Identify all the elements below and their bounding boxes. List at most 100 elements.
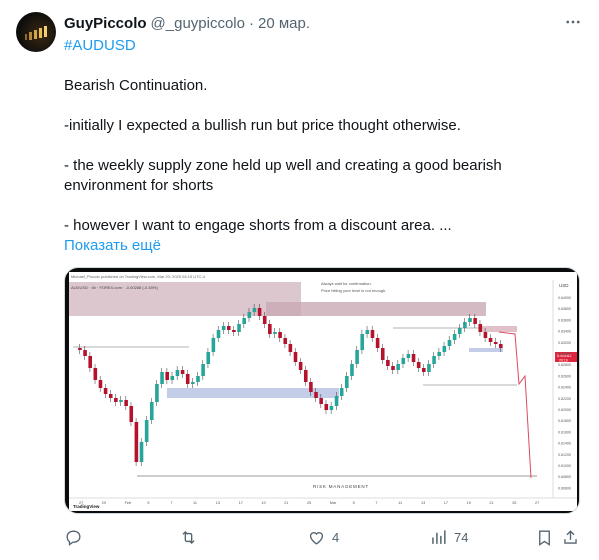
bookmark-button[interactable] bbox=[535, 526, 561, 548]
candle bbox=[98, 380, 103, 388]
share-button[interactable] bbox=[561, 526, 581, 548]
candle bbox=[78, 348, 82, 350]
candle bbox=[447, 340, 452, 346]
price-badge-sub: 20:19 bbox=[559, 359, 568, 363]
paragraph-1: Bearish Continuation. bbox=[64, 77, 208, 94]
hashtag-link[interactable]: #AUDUSD bbox=[64, 36, 584, 56]
paragraph-2: -initially I expected a bullish run but … bbox=[64, 117, 461, 134]
y-tick-label: 0.62200 bbox=[558, 397, 571, 401]
candle bbox=[175, 370, 180, 376]
candle bbox=[149, 402, 154, 420]
candle bbox=[483, 332, 488, 338]
avatar[interactable] bbox=[16, 12, 56, 52]
views-icon bbox=[432, 529, 446, 544]
candle bbox=[124, 400, 128, 406]
y-tick-label: 0.63800 bbox=[558, 307, 571, 311]
avatar-candles-icon bbox=[25, 26, 47, 40]
candle bbox=[247, 312, 252, 318]
reply-button[interactable] bbox=[64, 526, 179, 548]
x-tick-label: 13 bbox=[216, 501, 220, 505]
show-more-link[interactable]: Показать ещё bbox=[64, 236, 584, 256]
y-tick-label: 0.61600 bbox=[558, 430, 571, 434]
candle bbox=[370, 330, 375, 338]
separator: · bbox=[248, 14, 254, 32]
candle bbox=[196, 376, 200, 382]
candle bbox=[139, 442, 144, 462]
post-date[interactable]: 20 мар. bbox=[258, 15, 310, 32]
candle bbox=[427, 364, 431, 372]
candle bbox=[411, 354, 416, 362]
y-tick-label: 0.61200 bbox=[558, 453, 571, 457]
candle bbox=[375, 338, 380, 348]
candle bbox=[391, 366, 395, 370]
y-tick-label: 0.63200 bbox=[558, 341, 571, 345]
candle bbox=[155, 384, 159, 402]
heart-icon bbox=[309, 531, 324, 545]
candle bbox=[499, 344, 503, 348]
x-tick-label: 19 bbox=[467, 501, 471, 505]
y-tick-label: 0.62800 bbox=[558, 363, 571, 367]
candle bbox=[144, 420, 149, 442]
x-tick-label: 17 bbox=[444, 501, 448, 505]
candle bbox=[288, 344, 293, 352]
candle bbox=[93, 368, 98, 380]
share-icon bbox=[564, 529, 577, 544]
like-button[interactable]: 4 bbox=[307, 526, 429, 548]
candle bbox=[278, 332, 282, 338]
candle bbox=[211, 338, 216, 352]
candle bbox=[406, 354, 411, 358]
candle bbox=[309, 382, 313, 392]
candle bbox=[452, 334, 457, 340]
candle bbox=[129, 406, 134, 422]
x-tick-label: 25 bbox=[307, 501, 311, 505]
candle bbox=[252, 308, 257, 312]
candle bbox=[401, 358, 406, 364]
candle bbox=[396, 364, 400, 370]
candle bbox=[83, 350, 87, 356]
candle bbox=[365, 330, 370, 334]
risk-label: RISK MANAGEMENT bbox=[313, 484, 369, 489]
tradingview-logo: TradingView bbox=[73, 504, 100, 509]
candle bbox=[216, 330, 221, 338]
candle bbox=[314, 392, 318, 398]
y-tick-label: 0.63400 bbox=[558, 330, 571, 334]
candle bbox=[303, 370, 308, 382]
candle bbox=[170, 376, 175, 380]
candle bbox=[237, 324, 241, 332]
x-tick-label: 29 bbox=[102, 501, 106, 505]
candle bbox=[468, 318, 472, 322]
tradingview-chart: Michael_Piccolo published on TradingView… bbox=[69, 272, 577, 511]
y-tick-label: 0.60800 bbox=[558, 475, 571, 479]
supply-zone-right bbox=[266, 302, 486, 316]
chart-symbol-line: AUDUSD · 4h · FOREX.com · -0.00288 (-0.4… bbox=[71, 285, 158, 290]
candle bbox=[257, 308, 262, 316]
candle bbox=[386, 360, 390, 366]
x-tick-label: 25 bbox=[512, 501, 516, 505]
y-tick-label: 0.63000 bbox=[558, 352, 571, 356]
chart-top-line: Michael_Piccolo published on TradingView… bbox=[71, 274, 206, 279]
like-count: 4 bbox=[332, 529, 340, 545]
demand-zone bbox=[167, 388, 339, 398]
author-handle[interactable]: @_guypiccolo bbox=[151, 15, 245, 32]
views-count: 74 bbox=[454, 529, 469, 545]
candle bbox=[114, 398, 118, 402]
candle bbox=[350, 364, 354, 376]
candle bbox=[134, 422, 139, 462]
y-tick-label: 0.62000 bbox=[558, 408, 571, 412]
candle bbox=[457, 328, 462, 334]
author-name[interactable]: GuyPiccolo bbox=[64, 15, 147, 32]
views-button[interactable]: 74 bbox=[429, 526, 535, 548]
y-tick-label: 0.61400 bbox=[558, 442, 571, 446]
chart-image[interactable]: Michael_Piccolo published on TradingView… bbox=[64, 267, 580, 514]
retweet-button[interactable] bbox=[179, 526, 307, 548]
chart-frame: Michael_Piccolo published on TradingView… bbox=[69, 272, 577, 511]
candle bbox=[232, 330, 236, 332]
y-tick-label: 0.60600 bbox=[558, 486, 571, 490]
candle bbox=[478, 324, 483, 332]
candle bbox=[206, 352, 211, 364]
candle bbox=[345, 376, 349, 388]
candle bbox=[221, 326, 226, 330]
candle bbox=[88, 356, 92, 368]
more-options-button[interactable] bbox=[561, 12, 585, 32]
x-tick-label: 19 bbox=[261, 501, 265, 505]
